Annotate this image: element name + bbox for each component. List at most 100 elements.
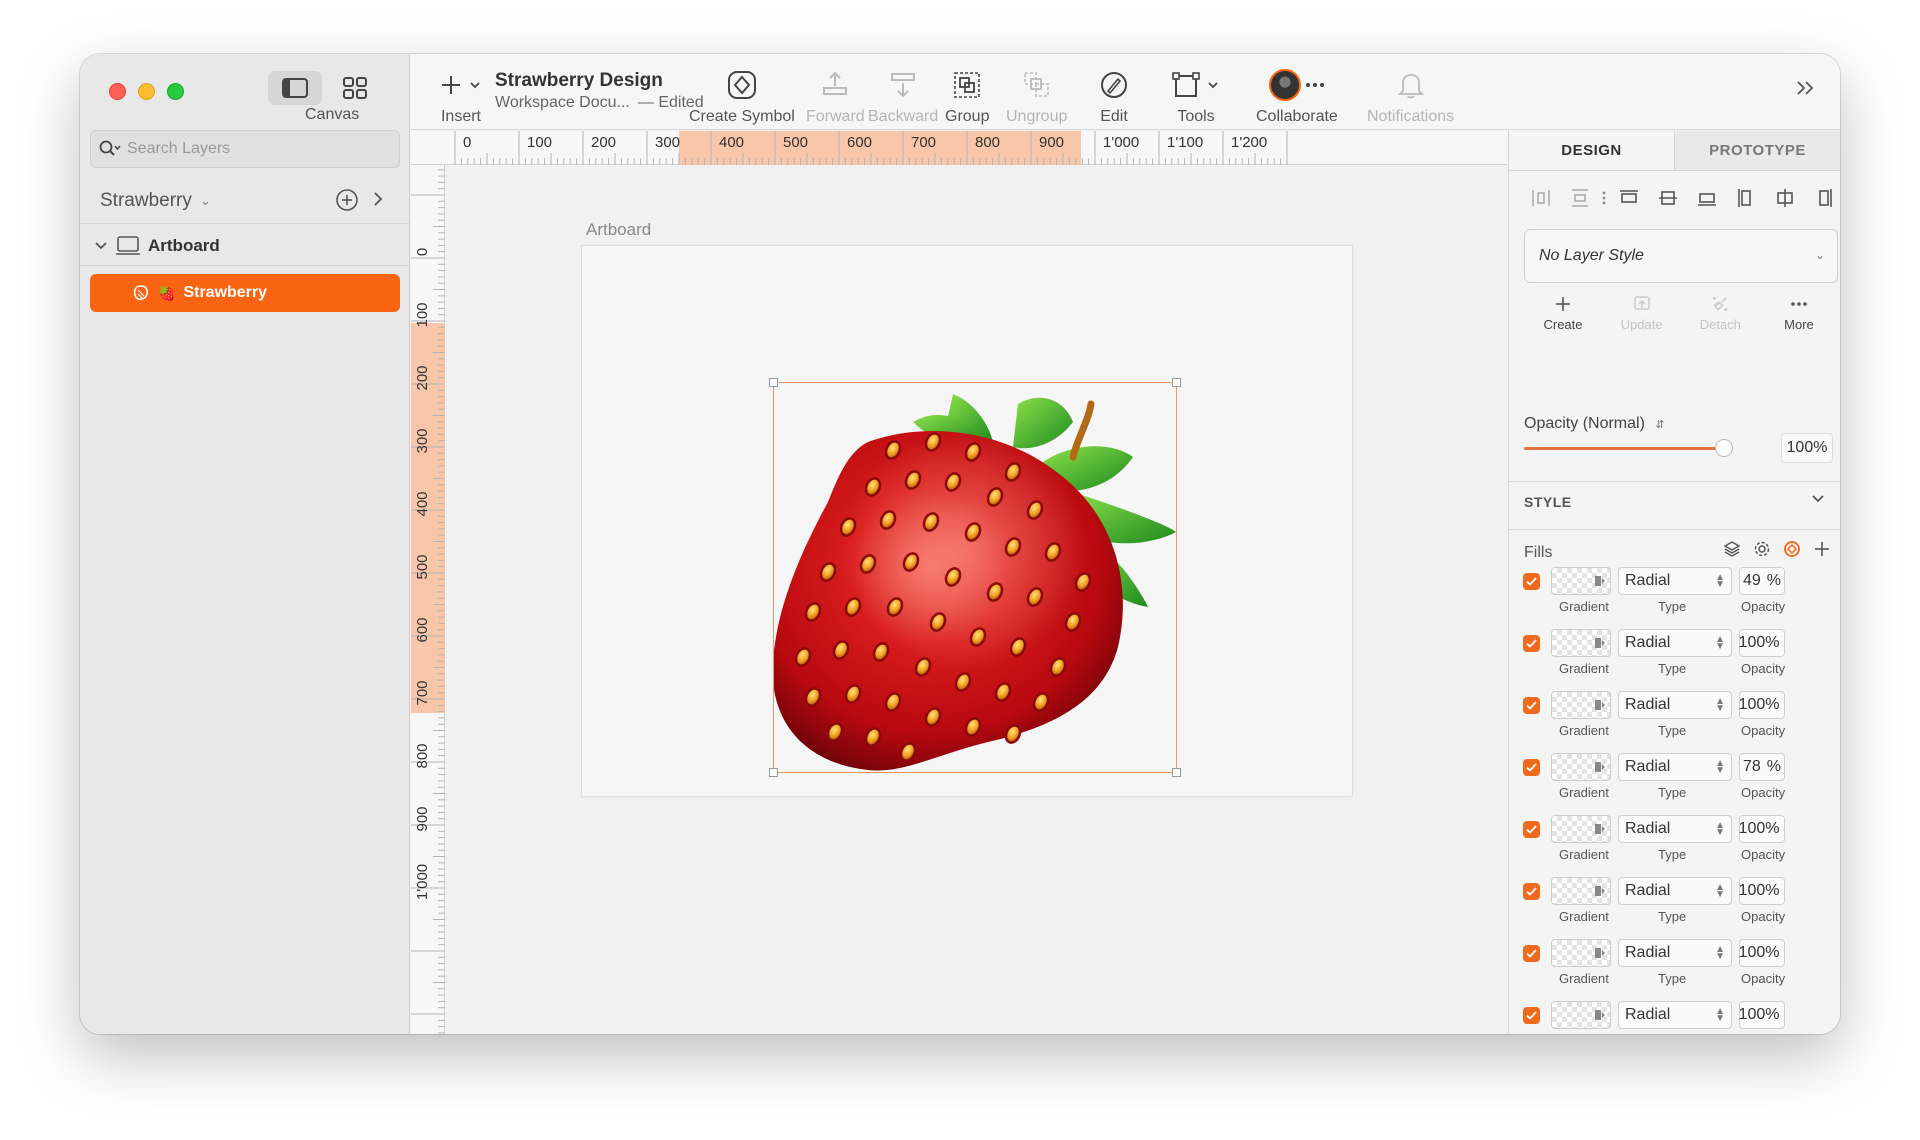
close-window-button[interactable]	[109, 83, 126, 100]
fill-enabled-checkbox[interactable]	[1523, 635, 1540, 652]
align-middle-button[interactable]	[1648, 183, 1687, 213]
align-center-button[interactable]	[1765, 183, 1804, 213]
gradient-swatch[interactable]	[1551, 815, 1611, 843]
fill-type-select[interactable]: Radial ▲ ▼	[1618, 939, 1732, 967]
vertical-ruler[interactable]: 0 100 200 300 400 500 600 700 800 900 1'000	[411, 165, 445, 1034]
ungroup-button[interactable]: Ungroup	[1006, 68, 1067, 126]
chevron-down-icon[interactable]	[94, 241, 108, 251]
horizontal-ruler[interactable]: 0 100 200 300 400 500 600 700 800 900 1'000 1'100 1'…	[411, 131, 1507, 165]
create-symbol-button[interactable]: Create Symbol	[689, 68, 795, 126]
search-layers-field[interactable]	[90, 130, 400, 168]
collaborate-button[interactable]: Collaborate	[1256, 68, 1338, 126]
type-caption: Type	[1658, 661, 1687, 676]
resize-handle[interactable]	[769, 768, 778, 777]
fill-opacity-field[interactable]: 100%	[1739, 1001, 1785, 1029]
ruler-label: 400	[719, 134, 744, 151]
ruler-label: 600	[847, 134, 872, 151]
fill-enabled-checkbox[interactable]	[1523, 945, 1540, 962]
fill-type-select[interactable]: Radial ▲ ▼	[1618, 1001, 1732, 1029]
more-style-button[interactable]: More	[1760, 291, 1838, 332]
fill-type-select[interactable]: Radial ▲ ▼	[1618, 753, 1732, 781]
zoom-window-button[interactable]	[167, 83, 184, 100]
page-selector[interactable]: Strawberry ⌄	[80, 178, 410, 224]
align-left-button[interactable]	[1726, 183, 1765, 213]
design-canvas[interactable]: Artboard	[446, 166, 1507, 1034]
fill-type-select[interactable]: Radial ▲ ▼	[1618, 815, 1732, 843]
layer-item-artboard[interactable]: Artboard	[80, 226, 410, 266]
fill-opacity-field[interactable]: 100%	[1739, 691, 1785, 719]
fill-opacity-field[interactable]: 100%	[1739, 939, 1785, 967]
insert-button[interactable]: Insert	[439, 68, 483, 126]
fill-enabled-checkbox[interactable]	[1523, 697, 1540, 714]
fill-opacity-field[interactable]: 78%	[1739, 753, 1785, 781]
add-page-icon[interactable]	[335, 188, 359, 212]
edit-button[interactable]: Edit	[1099, 68, 1129, 126]
gradient-swatch[interactable]	[1551, 753, 1611, 781]
group-button[interactable]: Group	[945, 68, 989, 126]
resize-handle[interactable]	[1172, 378, 1181, 387]
distribute-vertical-button[interactable]	[1560, 183, 1599, 213]
fill-opacity-field[interactable]: 100%	[1739, 877, 1785, 905]
fill-opacity-field[interactable]: 49%	[1739, 567, 1785, 595]
resize-handle[interactable]	[1172, 768, 1181, 777]
grid-view-button[interactable]	[328, 71, 382, 105]
distribute-horizontal-button[interactable]	[1521, 183, 1560, 213]
notifications-label: Notifications	[1367, 108, 1455, 125]
opacity-slider[interactable]	[1524, 439, 1769, 457]
fill-enabled-checkbox[interactable]	[1523, 759, 1540, 776]
expand-toolbar-icon[interactable]	[1794, 78, 1818, 98]
up-down-chevron-icon: ▲ ▼	[1715, 634, 1725, 652]
align-top-button[interactable]	[1609, 183, 1648, 213]
fill-opacity-field[interactable]: 100%	[1739, 629, 1785, 657]
layer-name: Strawberry	[183, 284, 268, 301]
create-style-button[interactable]: Create	[1524, 291, 1602, 332]
fill-enabled-checkbox[interactable]	[1523, 821, 1540, 838]
align-right-button[interactable]	[1804, 183, 1840, 213]
notifications-button[interactable]: Notifications	[1367, 68, 1454, 126]
bell-icon	[1397, 74, 1424, 99]
gradient-swatch[interactable]	[1551, 877, 1611, 905]
tools-button[interactable]: Tools	[1171, 68, 1221, 126]
ruler-label: 700	[414, 680, 431, 705]
tab-prototype[interactable]: PROTOTYPE	[1674, 131, 1840, 170]
layer-style-dropdown[interactable]: No Layer Style ⌄	[1524, 229, 1838, 283]
opacity-slider-thumb[interactable]	[1715, 439, 1733, 457]
minimize-window-button[interactable]	[138, 83, 155, 100]
layer-item-strawberry[interactable]: 🍓 Strawberry	[90, 274, 400, 312]
gradient-caption: Gradient	[1559, 909, 1609, 924]
fill-type-select[interactable]: Radial ▲ ▼	[1618, 691, 1732, 719]
gradient-swatch[interactable]	[1551, 567, 1611, 595]
backward-button[interactable]: Backward	[868, 68, 938, 126]
gear-icon[interactable]	[1753, 540, 1771, 558]
chevron-right-icon[interactable]	[372, 190, 384, 208]
fill-enabled-checkbox[interactable]	[1523, 1007, 1540, 1024]
fill-type-select[interactable]: Radial ▲ ▼	[1618, 629, 1732, 657]
fill-type-select[interactable]: Radial ▲ ▼	[1618, 567, 1732, 595]
fill-enabled-checkbox[interactable]	[1523, 573, 1540, 590]
gradient-swatch[interactable]	[1551, 939, 1611, 967]
style-section-header[interactable]: STYLE	[1509, 481, 1840, 521]
gradient-swatch[interactable]	[1551, 629, 1611, 657]
opacity-caption: Opacity	[1741, 847, 1786, 862]
canvas-view-button[interactable]	[268, 71, 322, 105]
update-style-button[interactable]: Update	[1603, 291, 1681, 332]
fill-type-select[interactable]: Radial ▲ ▼	[1618, 877, 1732, 905]
gradient-swatch[interactable]	[1551, 1001, 1611, 1029]
color-fill-icon[interactable]	[1783, 540, 1801, 558]
layers-stack-icon[interactable]	[1723, 540, 1741, 558]
forward-button[interactable]: Forward	[806, 68, 865, 126]
fill-opacity-field[interactable]: 100%	[1739, 815, 1785, 843]
gradient-swatch[interactable]	[1551, 691, 1611, 719]
artboard-title[interactable]: Artboard	[586, 220, 651, 240]
resize-handle[interactable]	[769, 378, 778, 387]
fill-enabled-checkbox[interactable]	[1523, 883, 1540, 900]
detach-style-button[interactable]: Detach	[1681, 291, 1759, 332]
vertical-dots-icon	[1602, 191, 1606, 205]
align-bottom-button[interactable]	[1687, 183, 1726, 213]
search-input[interactable]	[127, 140, 387, 158]
tab-design[interactable]: DESIGN	[1509, 131, 1674, 170]
opacity-mode-selector[interactable]: Opacity (Normal) ⇵	[1524, 415, 1665, 433]
add-fill-icon[interactable]	[1813, 540, 1831, 558]
ruler-label: 100	[527, 134, 552, 151]
opacity-value-field[interactable]: 100%	[1781, 433, 1833, 463]
